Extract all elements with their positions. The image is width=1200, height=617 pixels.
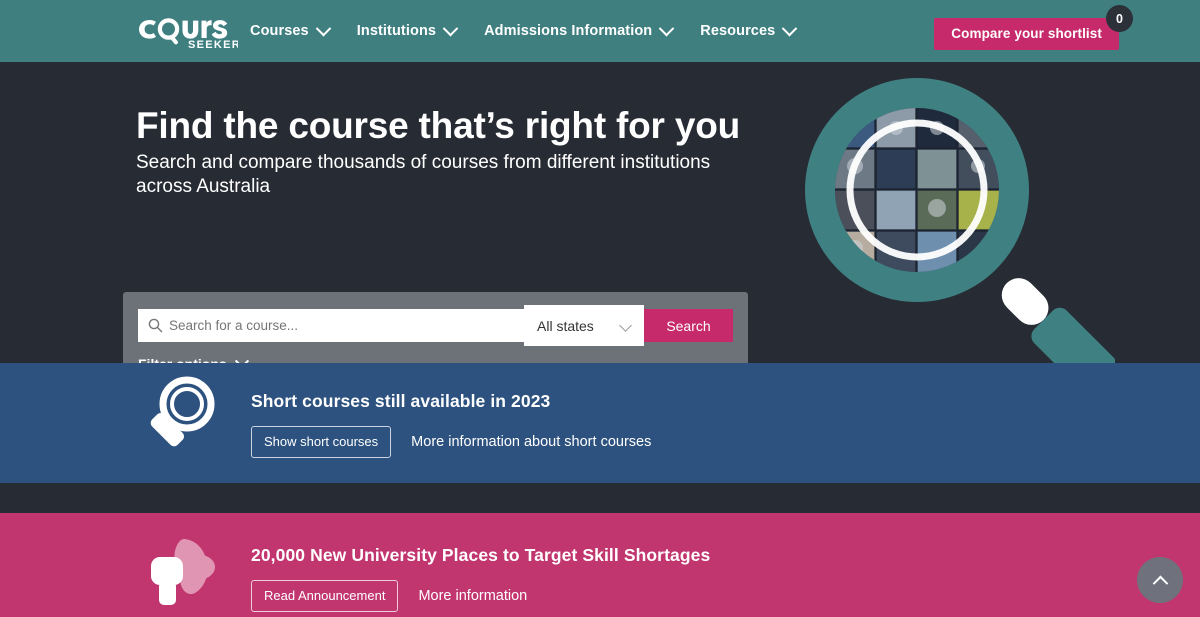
search-input-wrapper[interactable] (138, 309, 524, 342)
nav-item-label: Admissions Information (484, 23, 653, 39)
chevron-down-icon (782, 20, 798, 36)
chevron-down-icon (619, 319, 632, 332)
site-header: SEEKER Courses Institutions Admissions I… (0, 0, 1200, 62)
page-title: Find the course that’s right for you (136, 105, 741, 146)
chevron-down-icon (442, 20, 459, 36)
read-announcement-button[interactable]: Read Announcement (251, 580, 399, 612)
search-icon (148, 318, 163, 333)
chevron-down-icon (658, 20, 675, 36)
compare-shortlist-button[interactable]: Compare your shortlist (934, 18, 1119, 50)
search-input[interactable] (169, 318, 499, 333)
state-select[interactable]: All states (524, 305, 644, 346)
banner-heading: Short courses still available in 2023 (251, 391, 551, 411)
scroll-to-top-button[interactable] (1137, 557, 1183, 603)
magnifying-glass-icon (143, 376, 215, 461)
university-places-banner-body: 20,000 New University Places to Target S… (251, 545, 710, 612)
nav-item-institutions[interactable]: Institutions (343, 0, 470, 62)
shortlist-count-badge[interactable]: 0 (1106, 5, 1133, 32)
course-seeker-logo[interactable]: SEEKER (136, 14, 238, 50)
nav-item-admissions-information[interactable]: Admissions Information (470, 0, 686, 62)
magnifying-glass-photo-collage-icon (795, 70, 1117, 363)
state-select-value: All states (537, 317, 594, 334)
course-search-panel: All states Search (123, 292, 748, 363)
short-courses-more-info-link[interactable]: More information about short courses (411, 434, 651, 450)
filter-options-toggle[interactable]: Filter options (138, 354, 249, 363)
banner-actions: Show short courses More information abou… (251, 426, 651, 458)
nav-item-resources[interactable]: Resources (686, 0, 809, 62)
shortlist-area: Compare your shortlist 0 (934, 5, 1133, 50)
nav-item-label: Institutions (356, 23, 437, 39)
logo-subtext: SEEKER (188, 39, 238, 50)
main-navigation: Courses Institutions Admissions Informat… (250, 0, 809, 62)
nav-item-label: Courses (250, 23, 309, 39)
university-places-more-info-link[interactable]: More information (418, 588, 527, 604)
chevron-down-icon (234, 354, 249, 363)
nav-item-label: Resources (700, 23, 776, 39)
search-row: All states Search (138, 305, 733, 346)
chevron-down-icon (315, 20, 332, 36)
filter-options-label: Filter options (138, 356, 227, 363)
banner-heading: 20,000 New University Places to Target S… (251, 545, 711, 565)
section-divider (0, 483, 1200, 513)
page-subtitle: Search and compare thousands of courses … (136, 152, 711, 197)
search-button[interactable]: Search (644, 309, 733, 342)
banner-actions: Read Announcement More information (251, 580, 710, 612)
hero-section: Find the course that’s right for you Sea… (0, 62, 1200, 363)
nav-item-courses[interactable]: Courses (250, 0, 343, 62)
chevron-up-icon (1152, 575, 1168, 591)
show-short-courses-button[interactable]: Show short courses (251, 426, 392, 458)
megaphone-icon (141, 533, 225, 616)
short-courses-banner-body: Short courses still available in 2023 Sh… (251, 391, 651, 458)
page-root: SEEKER Courses Institutions Admissions I… (0, 0, 1200, 617)
